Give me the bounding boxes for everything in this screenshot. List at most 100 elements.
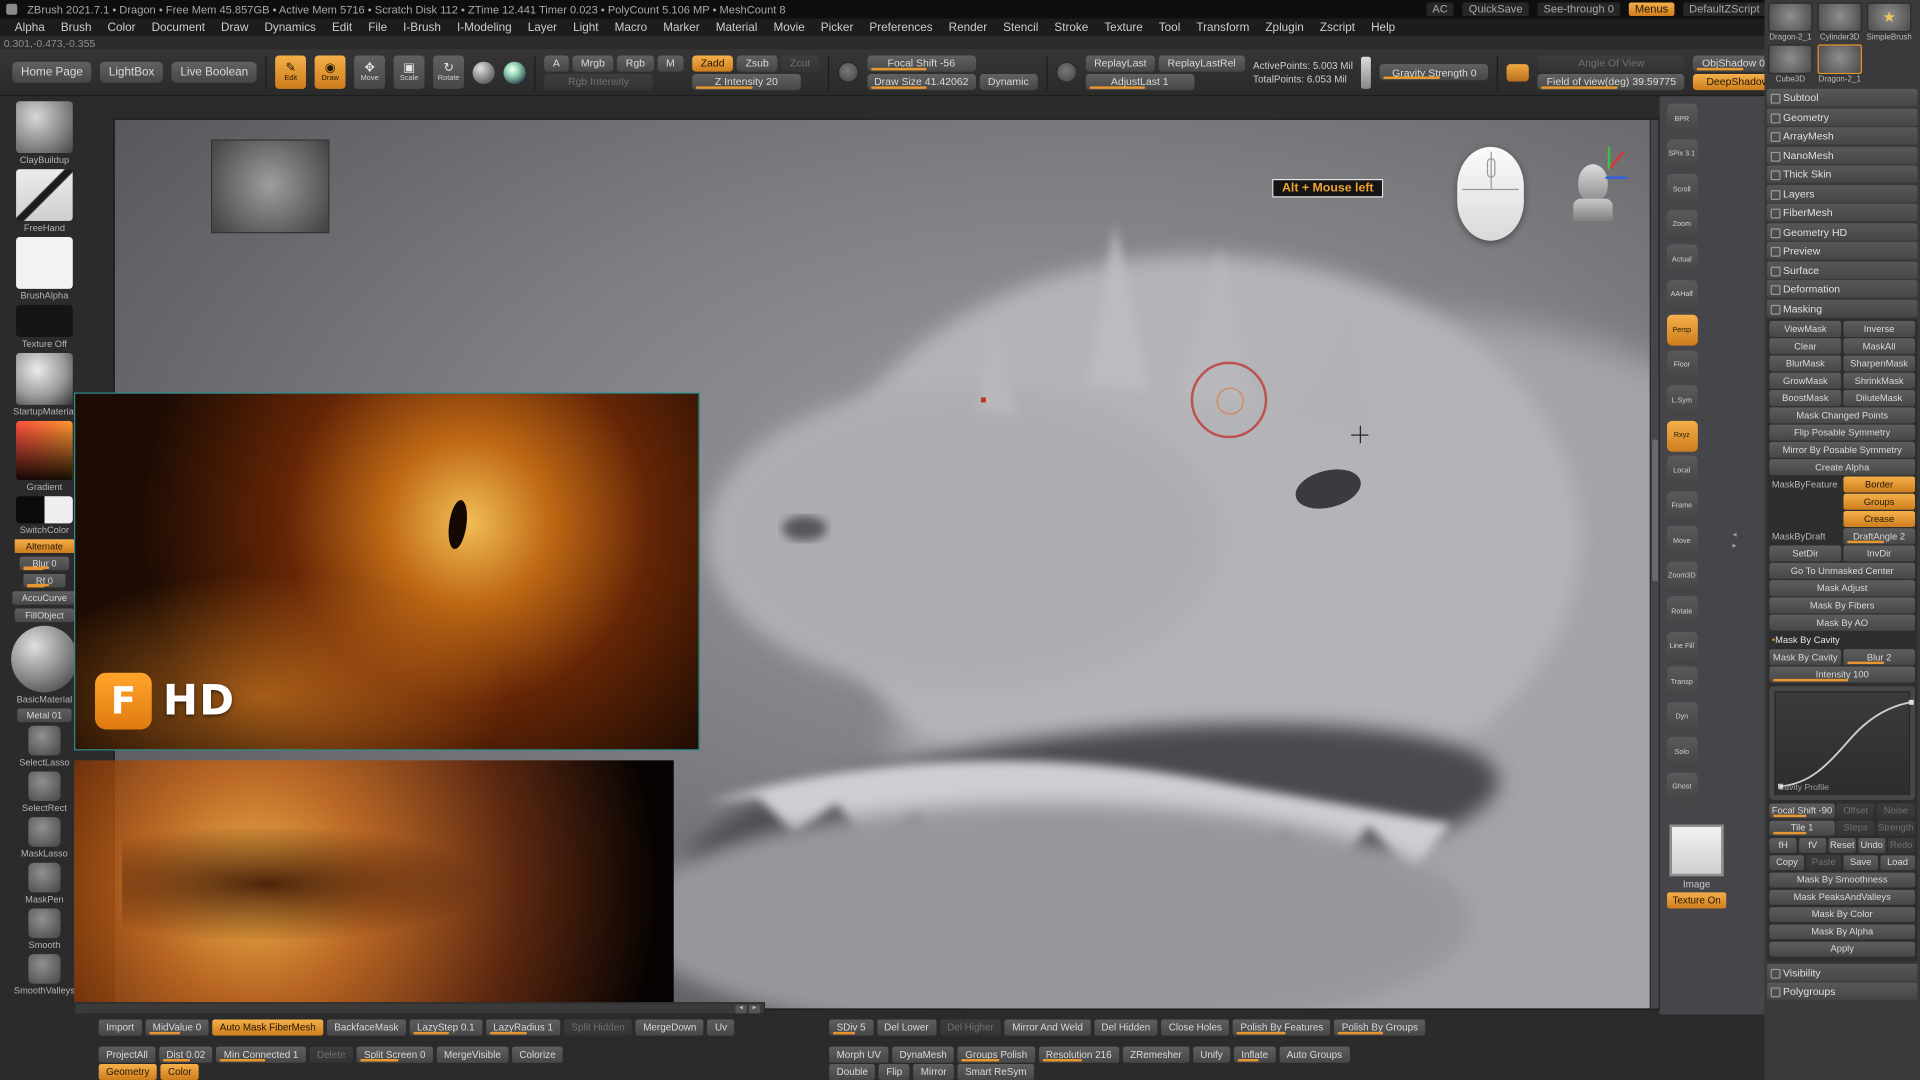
palette-section[interactable]: Polygroups: [1767, 983, 1918, 1000]
left-strip-item[interactable]: FreeHand: [16, 169, 73, 233]
bottom-button[interactable]: Auto Groups: [1279, 1047, 1349, 1062]
masking-button[interactable]: Mask By Fibers: [1769, 597, 1915, 612]
bottom-button[interactable]: ZRemesher: [1123, 1047, 1189, 1062]
masking-button[interactable]: InvDir: [1843, 546, 1915, 561]
palette-section[interactable]: NanoMesh: [1767, 146, 1918, 163]
stroke-curve-icon[interactable]: [837, 62, 858, 83]
menu-item[interactable]: Draw: [221, 20, 248, 34]
masking-button[interactable]: GrowMask: [1769, 373, 1841, 388]
masking-button[interactable]: Groups: [1843, 494, 1915, 509]
menu-item[interactable]: I-Brush: [403, 20, 441, 34]
tool-thumb-cylinder[interactable]: Cylinder3D: [1816, 2, 1863, 41]
masking-button[interactable]: Clear: [1769, 338, 1841, 353]
masking-button[interactable]: ViewMask: [1769, 321, 1841, 336]
tool-thumbnail-image[interactable]: [1768, 44, 1812, 74]
right-shelf-button[interactable]: Line Fill: [1666, 631, 1697, 662]
dynamic-toggle[interactable]: Dynamic: [979, 73, 1037, 89]
palette-section[interactable]: ArrayMesh: [1767, 127, 1918, 144]
bottom-button[interactable]: Min Connected 1: [216, 1047, 305, 1062]
scrollbar-handle[interactable]: [1652, 440, 1658, 582]
bottom-button[interactable]: BackfaceMask: [327, 1020, 406, 1035]
rotate-button[interactable]: ↻Rotate: [433, 56, 464, 89]
bottom-button[interactable]: Uv: [708, 1020, 735, 1035]
bottom-button[interactable]: LazyStep 0.1: [410, 1020, 482, 1035]
menu-item[interactable]: File: [368, 20, 387, 34]
texture-image-thumbnail[interactable]: [1669, 825, 1723, 877]
title-bar-button[interactable]: Menus: [1629, 2, 1675, 16]
zcut-button[interactable]: Zcut: [781, 55, 819, 71]
rgb-button[interactable]: Rgb: [617, 55, 654, 71]
adjust-last-slider[interactable]: AdjustLast 1: [1085, 73, 1194, 89]
left-strip-item[interactable]: Texture Off: [16, 305, 73, 349]
bottom-button[interactable]: MergeDown: [636, 1020, 704, 1035]
masking-button[interactable]: Mask By Cavity: [1769, 632, 1915, 647]
palette-section[interactable]: Layers: [1767, 185, 1918, 202]
bottom-button[interactable]: Groups Polish: [958, 1047, 1035, 1062]
live-boolean-button[interactable]: Live Boolean: [172, 62, 257, 83]
masking-button[interactable]: Offset: [1836, 803, 1874, 818]
brush-thumbnail[interactable]: [11, 626, 78, 693]
canvas-scrollbar[interactable]: [1650, 120, 1659, 1009]
tool-thumb-dragon[interactable]: Dragon-2_1: [1767, 2, 1814, 41]
masking-button[interactable]: Undo: [1858, 837, 1886, 852]
masking-button[interactable]: Create Alpha: [1769, 459, 1915, 474]
menu-item[interactable]: Transform: [1196, 20, 1249, 34]
masking-button[interactable]: Reset: [1828, 837, 1856, 852]
left-strip-item[interactable]: Blur 0: [20, 557, 69, 571]
masking-button[interactable]: fV: [1799, 837, 1827, 852]
masking-button[interactable]: Paste: [1806, 855, 1841, 870]
bottom-button[interactable]: Smart ReSym: [958, 1064, 1034, 1079]
cavity-profile-editor[interactable]: Cavity Profile: [1769, 686, 1915, 800]
masking-button[interactable]: Steps: [1836, 820, 1874, 835]
bottom-button[interactable]: Color: [161, 1064, 199, 1079]
left-strip-item[interactable]: MaskLasso: [19, 817, 71, 859]
left-strip-item[interactable]: StartupMaterial: [11, 353, 79, 417]
draw-button[interactable]: ◉Draw: [315, 56, 346, 89]
menu-item[interactable]: Dynamics: [264, 20, 315, 34]
menu-item[interactable]: Brush: [61, 20, 92, 34]
bottom-button[interactable]: Double: [829, 1064, 875, 1079]
menu-item[interactable]: Help: [1371, 20, 1395, 34]
menu-item[interactable]: Render: [949, 20, 987, 34]
draw-size-slider[interactable]: Draw Size 41.42062: [867, 73, 976, 89]
bottom-button[interactable]: Mirror And Weld: [1005, 1020, 1090, 1035]
right-shelf-button[interactable]: Zoom3D: [1666, 561, 1697, 592]
masking-button[interactable]: SharpenMask: [1843, 355, 1915, 370]
lightbox-button[interactable]: LightBox: [100, 62, 163, 83]
z-intensity-slider[interactable]: Z Intensity 20: [692, 73, 801, 89]
right-shelf-button[interactable]: Solo: [1666, 737, 1697, 768]
texture-on-button[interactable]: Texture On: [1667, 892, 1726, 908]
masking-button[interactable]: Mask Changed Points: [1769, 407, 1915, 422]
replay-icon[interactable]: [1056, 62, 1077, 83]
palette-section[interactable]: Subtool: [1767, 89, 1918, 106]
tool-thumb-simplebrush[interactable]: ★ SimpleBrush: [1866, 2, 1913, 41]
bottom-button[interactable]: DynaMesh: [892, 1047, 954, 1062]
palette-section[interactable]: Deformation: [1767, 280, 1918, 297]
bottom-button[interactable]: Mirror: [913, 1064, 954, 1079]
scrub-right-icon[interactable]: ▸: [749, 1004, 760, 1013]
right-shelf-button[interactable]: AAHalf: [1666, 280, 1697, 311]
menu-item[interactable]: Tool: [1159, 20, 1181, 34]
tool-thumb-cube[interactable]: Cube3D: [1767, 44, 1814, 83]
bottom-button[interactable]: ProjectAll: [99, 1047, 156, 1062]
left-strip-item[interactable]: SmoothValleys: [11, 954, 77, 996]
menu-item[interactable]: Document: [152, 20, 205, 34]
right-shelf-button[interactable]: Transp: [1666, 667, 1697, 698]
zadd-button[interactable]: Zadd: [692, 55, 733, 71]
brush-thumbnail[interactable]: [16, 421, 73, 480]
masking-button[interactable]: Copy: [1769, 855, 1804, 870]
right-shelf-button[interactable]: L.Sym: [1666, 385, 1697, 416]
menu-item[interactable]: Stencil: [1003, 20, 1038, 34]
masking-button[interactable]: Inverse: [1843, 321, 1915, 336]
brush-thumbnail[interactable]: [28, 863, 60, 893]
menu-item[interactable]: Alpha: [15, 20, 45, 34]
palette-section[interactable]: Geometry: [1767, 108, 1918, 125]
masking-button[interactable]: Noise: [1877, 803, 1915, 818]
brush-thumbnail[interactable]: [28, 954, 60, 984]
left-strip-item[interactable]: FillObject: [15, 609, 73, 623]
masking-button[interactable]: Strength: [1877, 820, 1915, 835]
star-icon[interactable]: ★: [1867, 2, 1911, 32]
scrub-left-icon[interactable]: ◂: [735, 1004, 746, 1013]
bottom-button[interactable]: LazyRadius 1: [486, 1020, 561, 1035]
gradient-sphere-icon[interactable]: [504, 61, 526, 83]
